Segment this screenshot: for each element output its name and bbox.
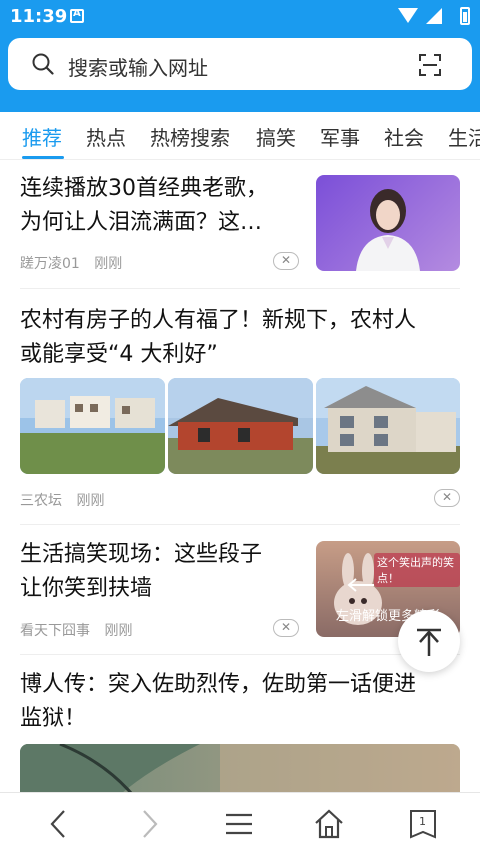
article-title[interactable]: 农村有房子的人有福了！新规下，农村人 或能享受“4 大利好” xyxy=(20,304,460,372)
article-source: 三农坛 xyxy=(20,493,62,509)
status-bar: 11:39 xyxy=(0,0,480,34)
tab-indicator xyxy=(22,156,64,159)
article-title[interactable]: 生活搞笑现场：这些段子 让你笑到扶墙 xyxy=(20,538,300,606)
forward-arrow-icon[interactable] xyxy=(132,807,166,841)
article-image-3[interactable] xyxy=(316,378,460,474)
article-image-1[interactable] xyxy=(20,378,165,474)
signal-icon xyxy=(426,8,442,24)
search-input[interactable]: 搜索或输入网址 xyxy=(68,52,208,81)
article-image[interactable] xyxy=(20,744,460,792)
anime-scene-image xyxy=(20,744,460,792)
tab-count: 1 xyxy=(419,815,426,828)
two-story-house-image xyxy=(316,378,460,474)
search-icon xyxy=(32,53,54,75)
tab-life[interactable]: 生活 xyxy=(448,122,480,151)
top-header: 11:39 搜索或输入网址 xyxy=(0,0,480,112)
tab-hot[interactable]: 热点 xyxy=(86,122,126,151)
notification-icon xyxy=(70,8,84,23)
category-tabs: 推荐 热点 热榜搜索 搞笑 军事 社会 生活 xyxy=(0,112,480,160)
battery-icon xyxy=(460,7,470,25)
article-title[interactable]: 连续播放30首经典老歌， 为何让人泪流满面？这… xyxy=(20,172,300,240)
bottom-nav: 1 xyxy=(0,792,480,853)
article-meta: 三农坛 刚刚 xyxy=(20,490,104,510)
tab-society[interactable]: 社会 xyxy=(384,122,424,151)
article-time: 刚刚 xyxy=(94,256,123,272)
portrait-illustration xyxy=(356,189,420,271)
news-feed: 连续播放30首经典老歌， 为何让人泪流满面？这… 蹉万凌01 刚刚 ✕ 农村有房… xyxy=(0,160,480,792)
scan-icon[interactable] xyxy=(418,53,442,77)
tab-hot-search[interactable]: 热榜搜索 xyxy=(150,122,230,151)
tab-funny[interactable]: 搞笑 xyxy=(256,122,296,151)
tabs-button[interactable]: 1 xyxy=(406,807,440,841)
feed-divider xyxy=(20,654,460,655)
brick-house-image xyxy=(168,378,313,474)
article-title[interactable]: 博人传：突入佐助烈传，佐助第一话便进 监狱！ xyxy=(20,668,460,736)
article-source: 看天下囧事 xyxy=(20,623,90,639)
menu-icon[interactable] xyxy=(222,807,256,841)
dismiss-button[interactable]: ✕ xyxy=(273,252,299,270)
article-image-2[interactable] xyxy=(168,378,313,474)
article-time: 刚刚 xyxy=(104,623,133,639)
dismiss-button[interactable]: ✕ xyxy=(434,489,460,507)
article-thumbnail[interactable] xyxy=(316,175,460,271)
status-time: 11:39 xyxy=(10,6,68,27)
search-bar[interactable]: 搜索或输入网址 xyxy=(8,38,472,90)
article-meta: 蹉万凌01 刚刚 xyxy=(20,253,122,273)
village-houses-image xyxy=(20,378,165,474)
tab-recommend[interactable]: 推荐 xyxy=(22,122,62,151)
home-icon[interactable] xyxy=(312,807,346,841)
arrow-up-icon xyxy=(417,628,441,656)
tab-military[interactable]: 军事 xyxy=(320,122,360,151)
article-source: 蹉万凌01 xyxy=(20,256,80,272)
back-arrow-icon[interactable] xyxy=(42,807,76,841)
feed-divider xyxy=(20,524,460,525)
thumb-caption: 这个笑出声的笑点！ xyxy=(374,553,460,587)
article-meta: 看天下囧事 刚刚 xyxy=(20,620,132,640)
wifi-icon xyxy=(398,8,418,23)
feed-divider xyxy=(20,288,460,289)
swipe-left-arrow-icon xyxy=(347,578,374,592)
article-time: 刚刚 xyxy=(76,493,105,509)
back-to-top-button[interactable] xyxy=(398,610,460,672)
dismiss-button[interactable]: ✕ xyxy=(273,619,299,637)
